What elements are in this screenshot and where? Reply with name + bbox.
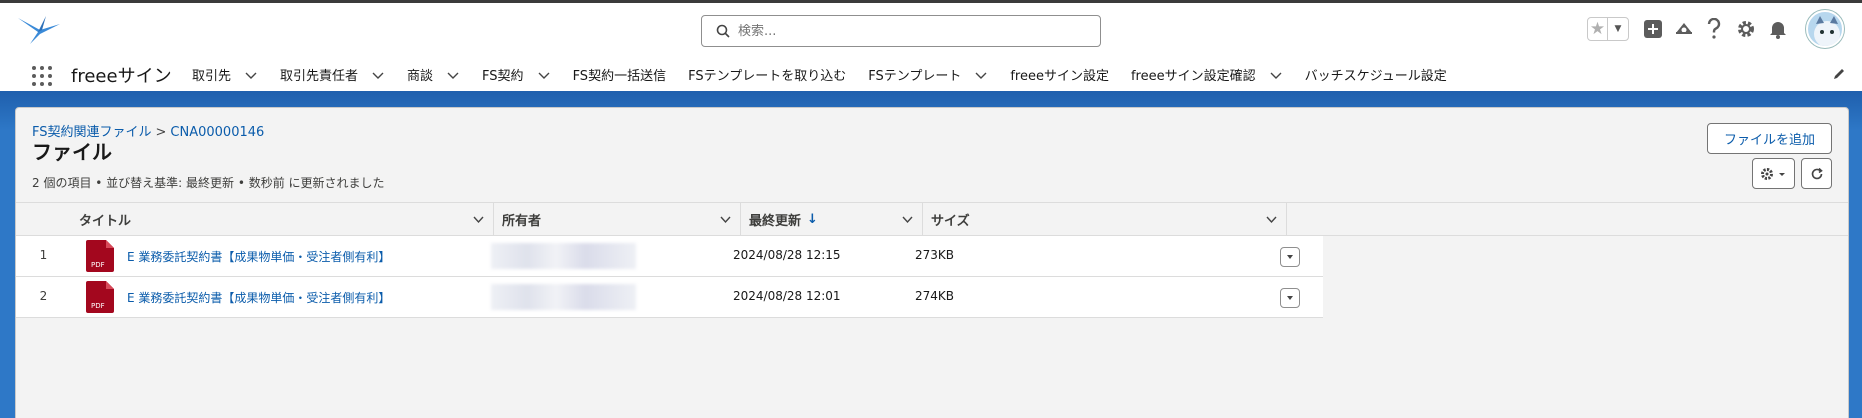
add-files-button[interactable]: ファイルを追加 — [1707, 123, 1832, 154]
refresh-button[interactable] — [1801, 158, 1832, 189]
row-action-menu-button[interactable] — [1280, 247, 1300, 267]
column-header-title[interactable]: タイトル — [71, 203, 494, 236]
last-modified-value: 2024/08/28 12:01 — [733, 289, 841, 303]
chevron-down-icon[interactable] — [371, 68, 385, 82]
edit-nav-pencil-icon[interactable] — [1832, 67, 1846, 81]
favorites-dropdown-icon[interactable]: ▼ — [1608, 24, 1628, 34]
table-row: 2 PDF E 業務委託契約書【成果物単価・受注者側有利】 2024/08/28… — [16, 277, 1323, 318]
search-input[interactable] — [738, 23, 1078, 39]
nav-item-fs-contracts[interactable]: FS契約 — [482, 65, 551, 84]
file-title-link[interactable]: E 業務委託契約書【成果物単価・受注者側有利】 — [127, 289, 390, 306]
refresh-icon — [1811, 167, 1823, 179]
chevron-down-icon[interactable] — [1269, 68, 1283, 82]
pdf-file-icon[interactable]: PDF — [86, 281, 114, 313]
nav-item-fs-bulk-send[interactable]: FS契約一括送信 — [573, 65, 667, 84]
row-number: 1 — [39, 248, 48, 262]
nav-item-freee-sign-settings-check[interactable]: freeeサイン設定確認 — [1131, 65, 1283, 84]
list-settings-button[interactable] — [1752, 158, 1795, 189]
file-size-value: 274KB — [915, 289, 955, 303]
trailhead-icon[interactable] — [1674, 19, 1694, 39]
column-header-last-modified[interactable]: 最終更新 ↓ — [741, 203, 923, 236]
chevron-down-icon[interactable] — [446, 68, 460, 82]
breadcrumb-record-link[interactable]: CNA00000146 — [170, 125, 264, 140]
chevron-down-icon[interactable] — [472, 213, 485, 226]
nav-item-freee-sign-settings[interactable]: freeeサイン設定 — [1010, 65, 1109, 84]
last-modified-value: 2024/08/28 12:15 — [733, 248, 841, 262]
chevron-down-icon[interactable] — [901, 213, 914, 226]
help-icon[interactable] — [1706, 18, 1722, 40]
global-search[interactable] — [701, 15, 1101, 47]
nav-item-batch-schedule[interactable]: バッチスケジュール設定 — [1305, 65, 1447, 84]
app-nav-bar: freeeサイン 取引先 取引先責任者 商談 FS契約 FS契約一括送信 FSテ… — [0, 55, 1862, 94]
app-name: freeeサイン — [71, 66, 172, 87]
pdf-file-icon[interactable]: PDF — [86, 240, 114, 272]
nav-item-opportunities[interactable]: 商談 — [407, 65, 460, 84]
chevron-down-icon[interactable] — [244, 68, 258, 82]
chevron-down-icon[interactable] — [974, 68, 988, 82]
chevron-down-icon[interactable] — [1265, 213, 1278, 226]
add-icon[interactable] — [1643, 19, 1663, 39]
nav-item-fs-templates[interactable]: FSテンプレート — [868, 65, 988, 84]
chevron-down-icon — [1779, 172, 1785, 176]
app-launcher-icon[interactable] — [32, 66, 52, 86]
svg-text:PDF: PDF — [91, 302, 105, 310]
gear-icon — [1761, 167, 1773, 180]
chevron-down-icon[interactable] — [719, 213, 732, 226]
nav-item-fs-template-import[interactable]: FSテンプレートを取り込む — [688, 65, 846, 84]
breadcrumb-separator: > — [155, 125, 167, 140]
row-action-menu-button[interactable] — [1280, 288, 1300, 308]
table-row: 1 PDF E 業務委託契約書【成果物単価・受注者側有利】 2024/08/28… — [16, 236, 1323, 277]
chevron-down-icon[interactable] — [537, 68, 551, 82]
file-size-value: 273KB — [915, 248, 955, 262]
owner-redacted[interactable] — [491, 284, 636, 310]
column-header-size[interactable]: サイズ — [923, 203, 1287, 236]
global-header: ★ ▼ freeeサイン 取引先 取引先責任者 商談 FS契約 FS契約一括送信… — [0, 0, 1862, 91]
notification-bell-icon[interactable] — [1769, 19, 1787, 39]
table-body: 1 PDF E 業務委託契約書【成果物単価・受注者側有利】 2024/08/28… — [16, 236, 1323, 318]
svg-text:PDF: PDF — [91, 261, 105, 269]
avatar-image-icon — [1814, 16, 1840, 46]
file-title-link[interactable]: E 業務委託契約書【成果物単価・受注者側有利】 — [127, 248, 390, 265]
search-icon — [716, 24, 730, 38]
owner-redacted[interactable] — [491, 243, 636, 269]
chevron-down-icon — [1287, 296, 1293, 300]
favorites-star-icon[interactable]: ★ — [1588, 18, 1608, 40]
favorites-button[interactable]: ★ ▼ — [1587, 17, 1629, 41]
app-logo-icon[interactable] — [16, 12, 62, 48]
nav-items: 取引先 取引先責任者 商談 FS契約 FS契約一括送信 FSテンプレートを取り込… — [192, 55, 1469, 94]
column-header-owner[interactable]: 所有者 — [494, 203, 741, 236]
user-avatar[interactable] — [1806, 10, 1844, 48]
nav-item-contacts[interactable]: 取引先責任者 — [280, 65, 385, 84]
table-header: タイトル 所有者 最終更新 ↓ サイズ — [16, 202, 1848, 236]
sort-descending-icon: ↓ — [807, 212, 818, 227]
page-title: ファイル — [32, 140, 112, 164]
chevron-down-icon — [1287, 255, 1293, 259]
row-number: 2 — [39, 289, 48, 303]
nav-item-accounts[interactable]: 取引先 — [192, 65, 258, 84]
list-meta-info: 2 個の項目 • 並び替え基準: 最終更新 • 数秒前 に更新されました — [32, 176, 385, 190]
setup-gear-icon[interactable] — [1736, 19, 1756, 39]
